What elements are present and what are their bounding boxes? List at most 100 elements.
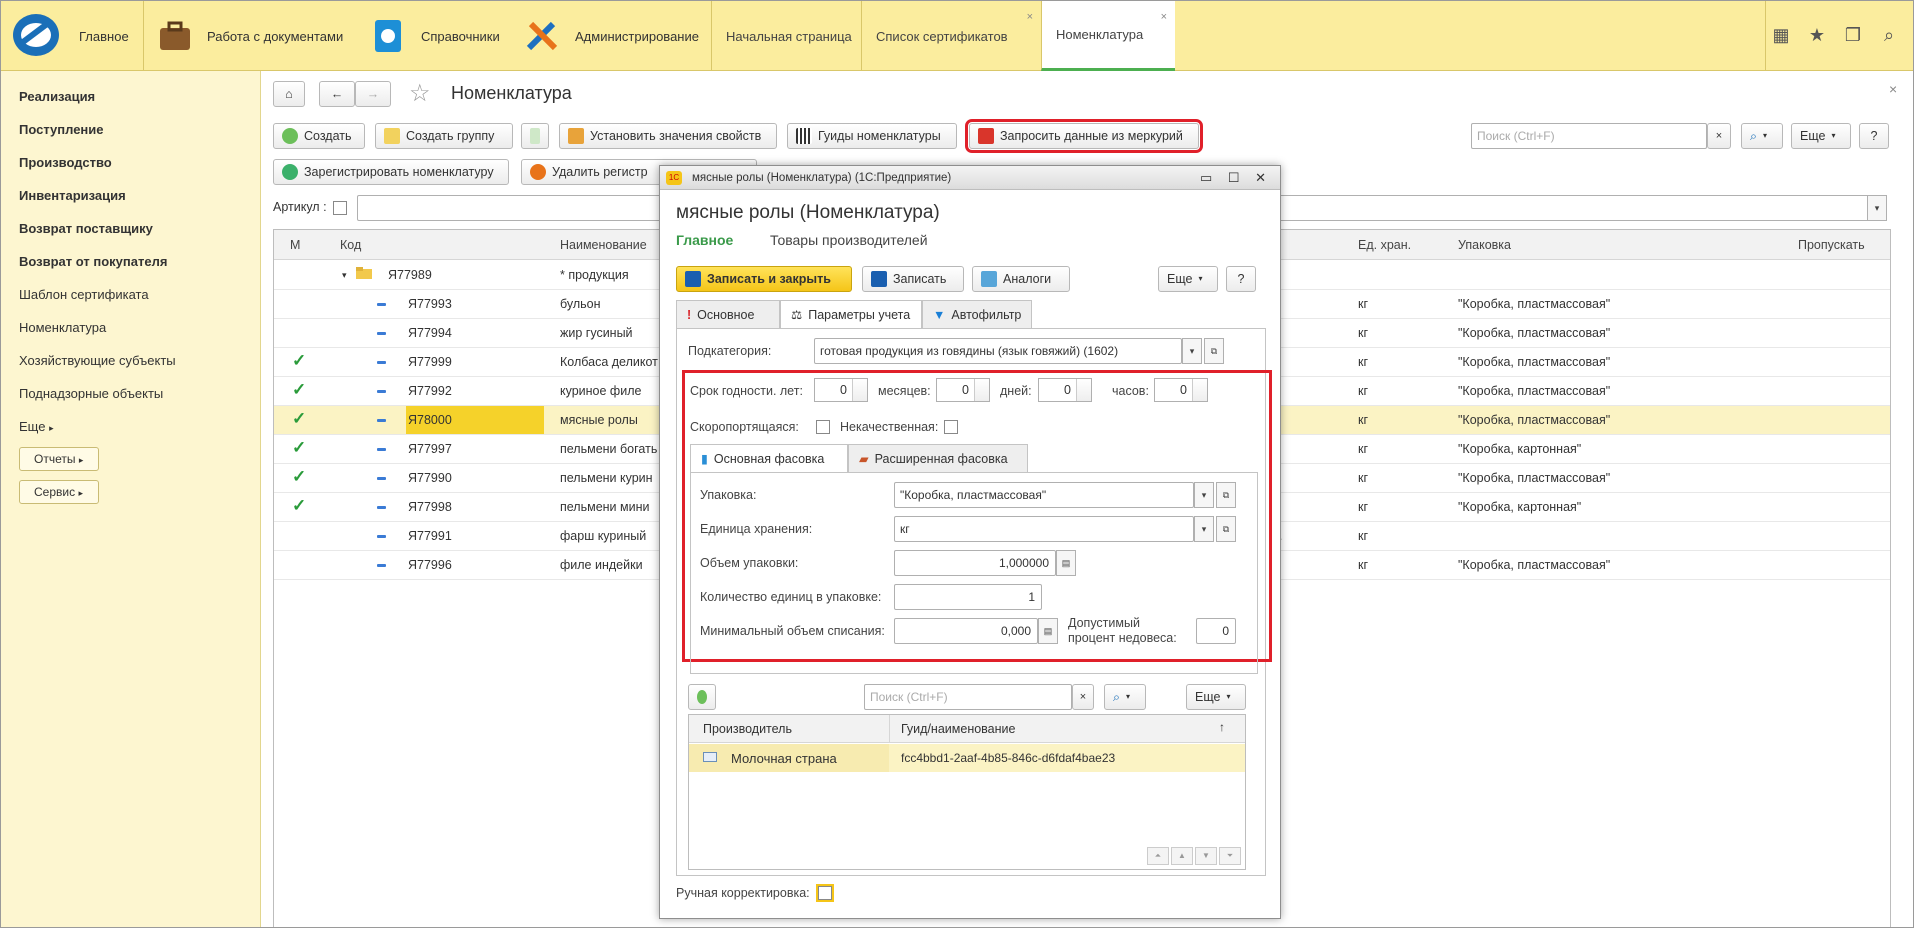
tab-main[interactable]: ! Основное [676, 300, 780, 328]
calculator-icon[interactable]: ▤ [1056, 550, 1076, 576]
create-button[interactable]: Создать [273, 123, 365, 149]
packaging-input[interactable]: "Коробка, пластмассовая" [894, 482, 1194, 508]
sidebar-item-certificate-template[interactable]: Шаблон сертификата [19, 287, 149, 302]
sidebar-item-customer-return[interactable]: Возврат от покупателя [19, 254, 167, 269]
tab-accounting-params[interactable]: ⚖ Параметры учета [780, 300, 922, 329]
expand-icon[interactable]: ▾ [342, 270, 347, 281]
pack-volume-input[interactable]: 1,000000 [894, 550, 1056, 576]
article-checkbox[interactable] [333, 201, 347, 215]
tab-home-page[interactable]: Начальная страница [711, 1, 861, 71]
close-icon[interactable]: × [1889, 81, 1897, 97]
clear-search-button[interactable]: × [1707, 123, 1731, 149]
col-pack[interactable]: Упаковка [1458, 238, 1511, 252]
favorite-star-icon[interactable]: ☆ [409, 79, 431, 108]
next-row-icon[interactable]: ▼ [1195, 847, 1217, 865]
storage-unit-input[interactable]: кг [894, 516, 1194, 542]
sidebar-item-business-entities[interactable]: Хозяйствующие субъекты [19, 353, 176, 368]
sidebar-item-more[interactable]: Еще ▸ [19, 419, 54, 434]
subcategory-dropdown-button[interactable]: ▾ [1182, 338, 1202, 364]
sidebar-item-production[interactable]: Производство [19, 155, 112, 170]
nomenclature-guids-button[interactable]: Гуиды номенклатуры [787, 123, 957, 149]
first-row-icon[interactable]: ⏶ [1147, 847, 1169, 865]
dialog-help-button[interactable]: ? [1226, 266, 1256, 292]
reports-button[interactable]: Отчеты ▸ [19, 447, 99, 471]
search-button[interactable]: ⌕ ▾ [1741, 123, 1783, 149]
analogs-button[interactable]: Аналоги [972, 266, 1070, 292]
help-button[interactable]: ? [1859, 123, 1889, 149]
save-button[interactable]: Записать [862, 266, 964, 292]
set-properties-button[interactable]: Установить значения свойств [559, 123, 777, 149]
producers-clear-search-button[interactable]: × [1072, 684, 1094, 710]
sidebar-item-supervised-objects[interactable]: Поднадзорные объекты [19, 386, 163, 401]
producers-table-row[interactable]: Молочная страна fcc4bbd1-2aaf-4b85-846c-… [689, 744, 1245, 772]
packaging-dropdown-button[interactable]: ▾ [1194, 482, 1214, 508]
sidebar-item-sales[interactable]: Реализация [19, 89, 95, 104]
close-tab-icon[interactable]: × [1027, 11, 1033, 23]
save-close-button[interactable]: Записать и закрыть [676, 266, 852, 292]
last-row-icon[interactable]: ⏷ [1219, 847, 1241, 865]
dialog-more-button[interactable]: Еще ▾ [1158, 266, 1218, 292]
section-references[interactable]: Справочники [371, 1, 500, 71]
underweight-input[interactable]: 0 [1196, 618, 1236, 644]
sort-arrow-icon[interactable]: ↑ [1219, 720, 1225, 734]
copy-button[interactable] [521, 123, 549, 149]
packaging-open-button[interactable]: ⧉ [1216, 482, 1236, 508]
col-guid[interactable]: Гуид/наименование [901, 722, 1015, 736]
more-button[interactable]: Еще ▾ [1791, 123, 1851, 149]
poor-quality-checkbox[interactable] [944, 420, 958, 434]
manual-correction-checkbox[interactable] [816, 884, 834, 902]
producers-search-button[interactable]: ⌕ ▾ [1104, 684, 1146, 710]
forward-button[interactable]: → [355, 81, 391, 107]
shelf-years-input[interactable]: 0 [814, 378, 868, 402]
producers-more-button[interactable]: Еще ▾ [1186, 684, 1246, 710]
home-button[interactable]: ⌂ [273, 81, 305, 107]
window-controls[interactable]: ▭ ☐ ✕ [1200, 166, 1272, 190]
shelf-days-input[interactable]: 0 [1038, 378, 1092, 402]
col-skip[interactable]: Пропускать [1798, 238, 1865, 252]
col-unit[interactable]: Ед. хран. [1358, 238, 1411, 252]
sidebar-item-inventory[interactable]: Инвентаризация [19, 188, 126, 203]
tab-certificates[interactable]: Список сертификатов × [861, 1, 1041, 71]
close-tab-icon[interactable]: × [1161, 11, 1167, 23]
producers-search-input[interactable]: Поиск (Ctrl+F) [864, 684, 1072, 710]
section-administration[interactable]: Администрирование [525, 1, 699, 71]
nav-main[interactable]: Главное [676, 232, 733, 248]
grid-menu-icon[interactable]: ▦ [1769, 23, 1793, 47]
perishable-checkbox[interactable] [816, 420, 830, 434]
col-producer[interactable]: Производитель [703, 722, 792, 736]
sidebar-item-nomenclature[interactable]: Номенклатура [19, 320, 106, 335]
sidebar-item-supplier-return[interactable]: Возврат поставщику [19, 221, 153, 236]
service-button[interactable]: Сервис ▸ [19, 480, 99, 504]
section-main[interactable]: Главное [79, 1, 129, 71]
back-button[interactable]: ← [319, 81, 355, 107]
tab-basic-packaging[interactable]: ▮ Основная фасовка [690, 444, 848, 473]
units-per-pack-input[interactable]: 1 [894, 584, 1042, 610]
create-group-button[interactable]: Создать группу [375, 123, 513, 149]
sidebar-item-receipts[interactable]: Поступление [19, 122, 104, 137]
storage-unit-open-button[interactable]: ⧉ [1216, 516, 1236, 542]
col-code[interactable]: Код [340, 238, 361, 252]
tab-extended-packaging[interactable]: ▰ Расширенная фасовка [848, 444, 1028, 472]
request-mercury-button[interactable]: Запросить данные из меркурий [965, 119, 1203, 153]
app-logo-icon[interactable] [11, 11, 61, 59]
tab-nomenclature[interactable]: Номенклатура × [1041, 1, 1175, 71]
tab-autofilter[interactable]: ▼ Автофильтр [922, 300, 1032, 328]
subcategory-input[interactable]: готовая продукция из говядины (язык говя… [814, 338, 1182, 364]
subcategory-open-button[interactable]: ⧉ [1204, 338, 1224, 364]
section-documents[interactable]: Работа с документами [157, 1, 343, 71]
add-producer-button[interactable] [688, 684, 716, 710]
search-input[interactable]: Поиск (Ctrl+F) [1471, 123, 1707, 149]
col-name[interactable]: Наименование [560, 238, 647, 252]
prev-row-icon[interactable]: ▲ [1171, 847, 1193, 865]
min-writeoff-input[interactable]: 0,000 [894, 618, 1038, 644]
storage-unit-dropdown-button[interactable]: ▾ [1194, 516, 1214, 542]
register-nomenclature-button[interactable]: Зарегистрировать номенклатуру [273, 159, 509, 185]
article-dropdown-button[interactable]: ▾ [1867, 195, 1887, 221]
nav-producers[interactable]: Товары производителей [770, 232, 928, 248]
shelf-months-input[interactable]: 0 [936, 378, 990, 402]
col-mark[interactable]: М [290, 238, 300, 252]
star-icon[interactable]: ★ [1805, 23, 1829, 47]
shelf-hours-input[interactable]: 0 [1154, 378, 1208, 402]
search-icon[interactable]: ⌕ [1877, 23, 1901, 47]
calculator-icon[interactable]: ▤ [1038, 618, 1058, 644]
